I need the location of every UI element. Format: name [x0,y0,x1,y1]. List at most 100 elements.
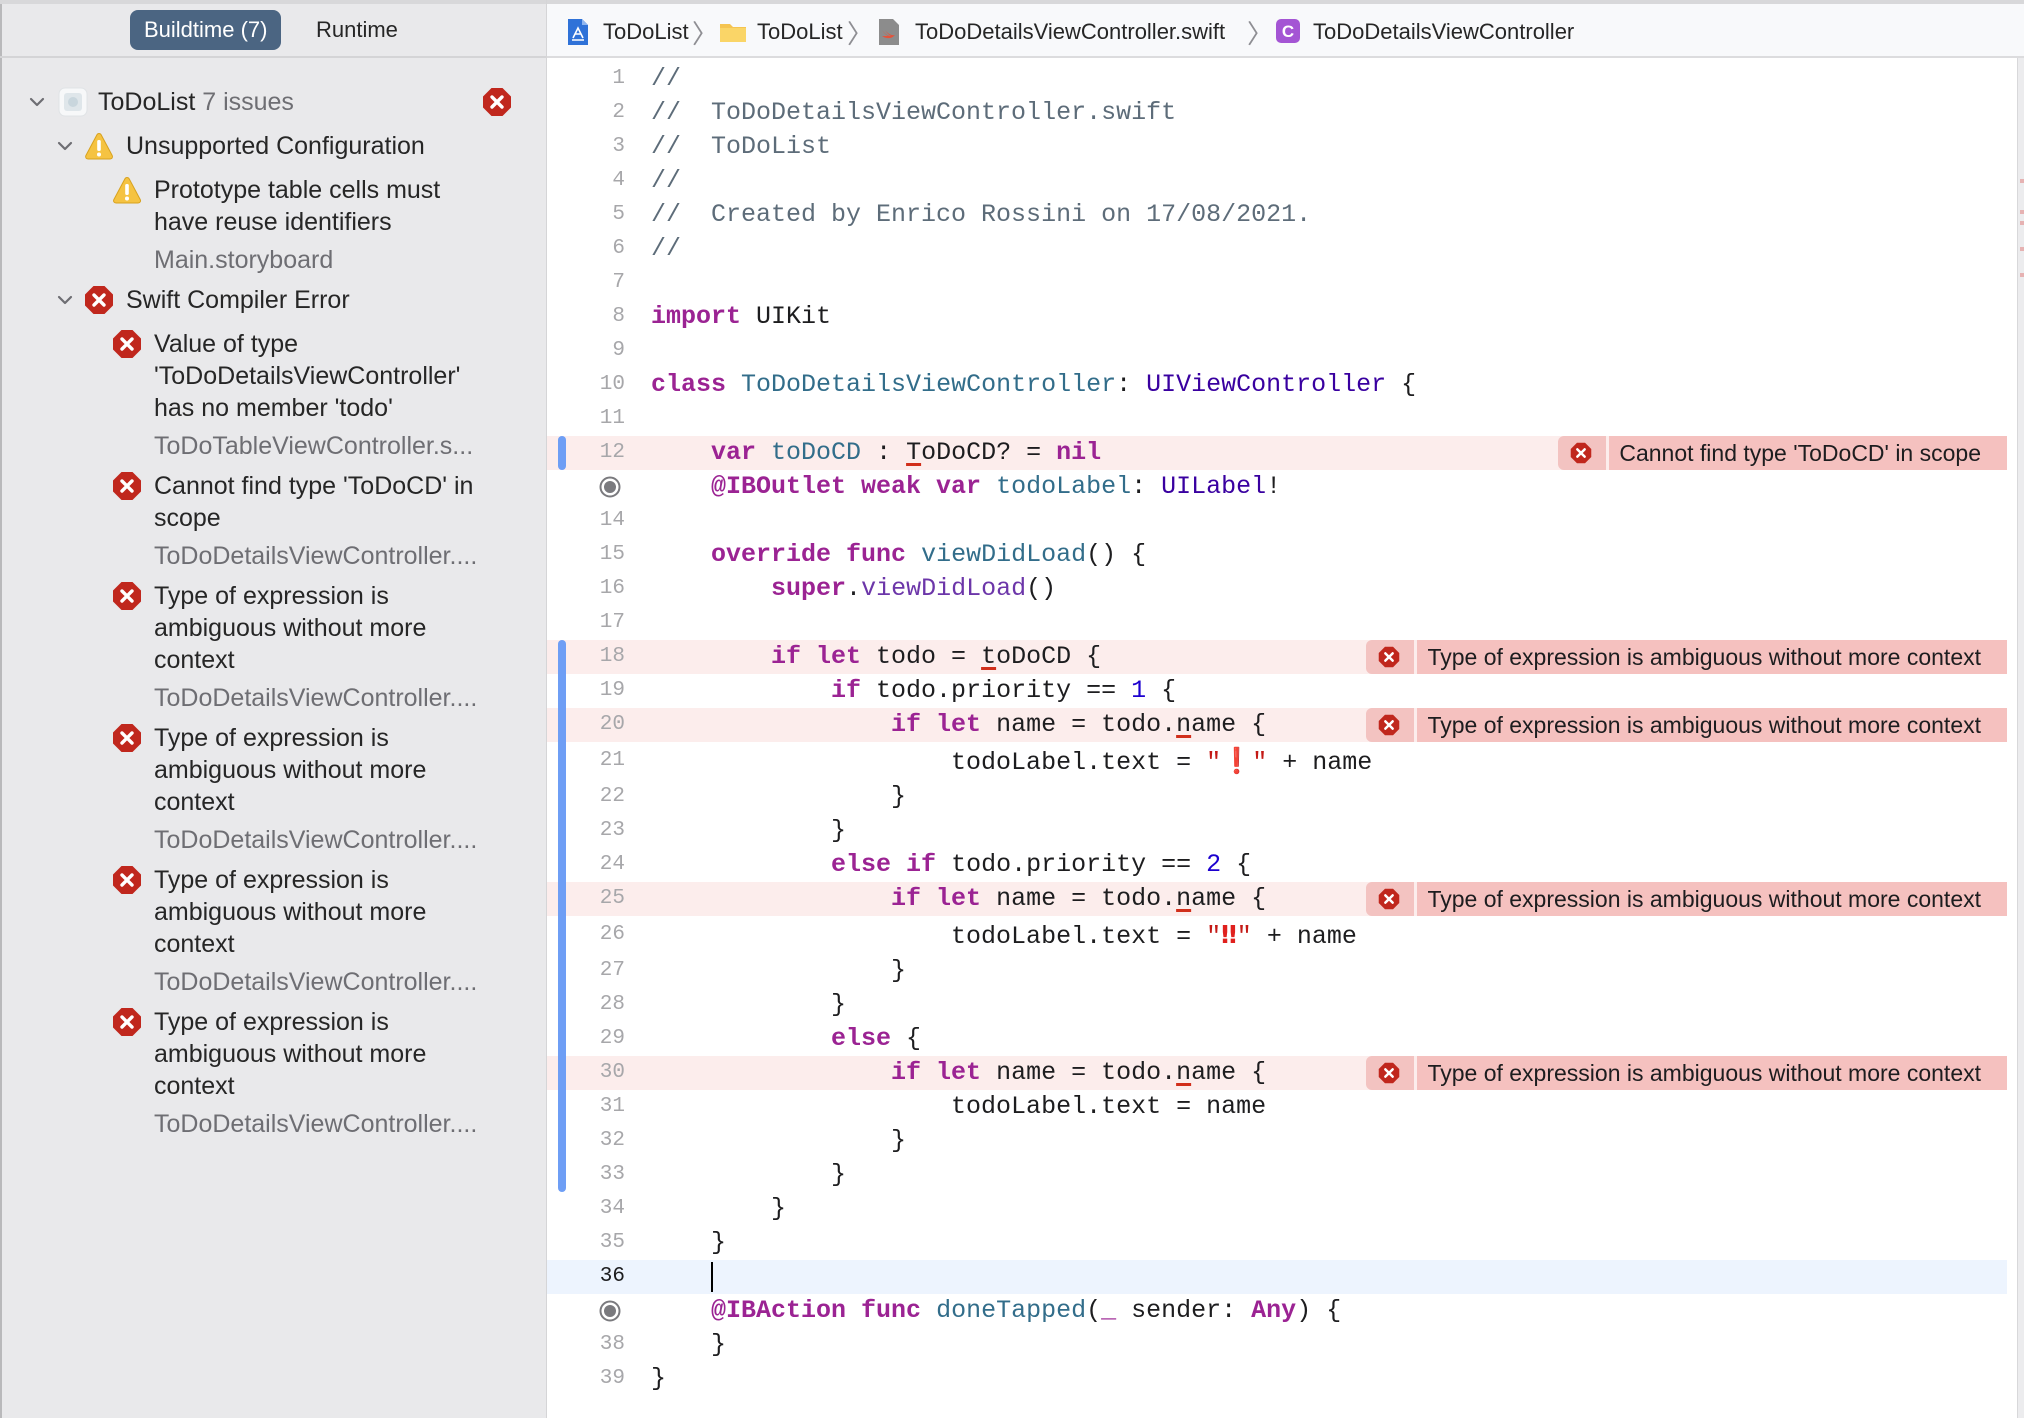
code-token: + name [1251,922,1357,951]
code-line[interactable]: 8 import UIKit [547,300,2007,334]
chevron-down-icon[interactable] [28,93,46,111]
change-indicator[interactable] [558,436,566,470]
code-line[interactable]: 35 } [547,1226,2007,1260]
chevron-down-icon[interactable] [56,137,74,155]
code-line[interactable]: 9 [547,334,2007,368]
code-line[interactable]: 17 [547,606,2007,640]
code-line[interactable]: 24 else if todo.priority == 2 { [547,848,2007,882]
code-line[interactable]: 33 } [547,1158,2007,1192]
code-token: name = todo. [981,1058,1177,1087]
tab-buildtime[interactable]: Buildtime (7) [130,10,282,50]
code-line[interactable]: 23 } [547,814,2007,848]
code-text: } [651,1328,726,1362]
line-number: 6 [612,237,625,260]
tab-runtime[interactable]: Runtime [302,10,412,50]
issue-file: ToDoTableViewController.s... [154,432,474,460]
code-token: ame { [1191,1058,1267,1087]
error-annotation[interactable]: Type of expression is ambiguous without … [1366,640,2007,674]
code-line[interactable]: 12 var toDoCD : ToDoCD? = nil Cannot find… [547,436,2007,470]
code-line[interactable]: 2 // ToDoDetailsViewController.swift [547,96,2007,130]
code-token: () { [1086,540,1147,569]
code-token: Any [1251,1296,1297,1325]
code-text: } [651,1124,906,1158]
code-line[interactable]: 1 // [547,62,2007,96]
code-line[interactable]: 36 [547,1260,2007,1294]
line-number: 3 [612,135,625,158]
error-annotation[interactable]: Type of expression is ambiguous without … [1366,1056,2007,1090]
code-line[interactable]: 4 // [547,164,2007,198]
code-line[interactable]: 16 super.viewDidLoad() [547,572,2007,606]
code-line[interactable]: 28 } [547,988,2007,1022]
code-line[interactable]: 11 [547,402,2007,436]
error-message: Cannot find type 'ToDoCD' in scope [1609,436,2007,470]
code-token: . [846,574,862,603]
code-line[interactable]: 6 // [547,232,2007,266]
code-line[interactable]: @IBOutlet weak var todoLabel: UILabel! [547,470,2007,504]
outlet-connection-icon[interactable] [599,1300,621,1322]
code-line[interactable]: 31 todoLabel.text = name [547,1090,2007,1124]
error-icon [112,1007,142,1037]
breadcrumb-symbol[interactable]: C ToDoDetailsViewController [1275,17,1574,47]
code-line[interactable]: 30 if let name = todo.name {Type of expr… [547,1056,2007,1090]
code-token: super [771,574,847,603]
code-line[interactable]: 20 if let name = todo.name {Type of expr… [547,708,2007,742]
error-icon [1558,436,1607,470]
code-text: // ToDoList [651,130,831,164]
code-token: todo.priority == [936,850,1207,879]
editor-scroller[interactable] [2017,58,2024,1418]
code-line[interactable]: 7 [547,266,2007,300]
issue-file: ToDoDetailsViewController.... [154,1110,478,1138]
code-line[interactable]: 5 // Created by Enrico Rossini on 17/08/2… [547,198,2007,232]
breadcrumb-file[interactable]: ToDoDetailsViewController.swift [877,17,1225,47]
chevron-down-icon[interactable] [56,291,74,309]
svg-text:C: C [1282,22,1294,41]
code-token: // [651,166,682,195]
code-line[interactable]: 3 // ToDoList [547,130,2007,164]
error-annotation[interactable]: Type of expression is ambiguous without … [1366,708,2007,742]
code-line[interactable]: 22 } [547,780,2007,814]
issue-message: ambiguous without more [154,1040,427,1068]
breadcrumb-folder[interactable]: ToDoList [719,17,843,47]
code-line[interactable]: 15 override func viewDidLoad() { [547,538,2007,572]
code-line[interactable]: 19 if todo.priority == 1 { [547,674,2007,708]
code-line[interactable]: @IBAction func doneTapped(_ sender: Any)… [547,1294,2007,1328]
line-number: 1 [612,67,625,90]
code-line[interactable]: 29 else { [547,1022,2007,1056]
minimap-error-mark [2020,246,2024,251]
error-annotation[interactable]: Type of expression is ambiguous without … [1366,882,2007,916]
code-token: todo = [861,642,982,671]
code-line[interactable]: 18 if let todo = toDoCD {Type of express… [547,640,2007,674]
code-line[interactable]: 27 } [547,954,2007,988]
code-text: todoLabel.text = "❗" + name [651,742,1372,782]
code-line[interactable]: 34 } [547,1192,2007,1226]
error-message: Type of expression is ambiguous without … [1417,1056,2007,1090]
text-cursor [711,1262,713,1292]
line-number: 11 [599,407,625,430]
code-token: { [891,1024,922,1053]
code-token: 1 [1131,676,1147,705]
change-indicator[interactable] [558,640,566,1192]
code-line[interactable]: 26 todoLabel.text = "‼" + name [547,916,2007,954]
code-line[interactable]: 14 [547,504,2007,538]
code-line[interactable]: 10 class ToDoDetailsViewController: UIVie… [547,368,2007,402]
code-token: if let [891,710,982,739]
code-line[interactable]: 38 } [547,1328,2007,1362]
line-number: 4 [612,169,625,192]
code-token: if [831,676,862,705]
code-line[interactable]: 39} [547,1362,2007,1396]
line-number: 16 [599,577,625,600]
code-token: } [651,1364,667,1393]
outlet-connection-icon[interactable] [599,476,621,498]
error-annotation[interactable]: Cannot find type 'ToDoCD' in scope [1558,436,2007,470]
code-token: " [1206,922,1222,951]
breadcrumb-project[interactable]: ToDoList [565,17,689,47]
issue-file: Main.storyboard [154,246,334,274]
issue-message: Type of expression is [154,866,389,894]
code-line[interactable]: 21 todoLabel.text = "❗" + name [547,742,2007,780]
code-token: // ToDoList [651,132,832,161]
issue-message: have reuse identifiers [154,208,392,236]
code-line[interactable]: 32 } [547,1124,2007,1158]
code-line[interactable]: 25 if let name = todo.name {Type of expr… [547,882,2007,916]
